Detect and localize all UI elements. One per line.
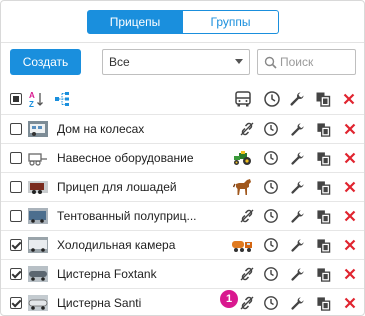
delete-icon[interactable] [342, 208, 358, 224]
list-header: A Z [1, 85, 364, 113]
delete-icon[interactable] [342, 295, 358, 311]
trailer-thumbnail [28, 121, 48, 137]
svg-text:Z: Z [29, 100, 34, 108]
trailer-name: Тентованный полуприц... [57, 209, 197, 223]
wrench-icon[interactable] [289, 121, 305, 137]
row-checkbox[interactable] [10, 152, 22, 164]
row-checkbox[interactable] [10, 181, 22, 193]
list-item[interactable]: Цистерна Foxtank [1, 259, 364, 287]
list-item[interactable]: Дом на колесах [1, 114, 364, 142]
trailer-name: Прицеп для лошадей [57, 180, 177, 194]
list-item[interactable]: Навесное оборудование [1, 143, 364, 171]
row-checkbox[interactable] [10, 239, 22, 251]
tab-groups[interactable]: Группы [183, 10, 279, 34]
delete-icon[interactable] [342, 266, 358, 282]
tractor-icon [231, 149, 255, 167]
delete-icon[interactable] [342, 150, 358, 166]
search-input[interactable] [280, 55, 350, 69]
copy-icon[interactable] [315, 150, 331, 166]
tab-trailers[interactable]: Прицепы [87, 10, 183, 34]
copy-icon[interactable] [315, 121, 331, 137]
copy-icon[interactable] [315, 266, 331, 282]
clock-icon[interactable] [263, 90, 281, 108]
trailers-panel: Прицепы Группы Создать Все A Z [0, 0, 365, 316]
trailer-name: Цистерна Santi [57, 296, 142, 310]
filter-value: Все [109, 55, 130, 69]
clock-icon[interactable] [263, 266, 279, 282]
wrench-icon[interactable] [289, 208, 305, 224]
unlink-icon[interactable] [235, 294, 259, 312]
mixer-truck-icon [231, 236, 255, 254]
svg-text:A: A [29, 91, 35, 100]
wrench-icon[interactable] [289, 266, 305, 282]
notification-badge: 1 [220, 290, 238, 308]
wrench-icon[interactable] [289, 237, 305, 253]
trailer-thumbnail [28, 208, 48, 224]
delete-icon[interactable] [342, 179, 358, 195]
sort-az-icon[interactable]: A Z [28, 90, 46, 108]
create-button[interactable]: Создать [10, 49, 81, 75]
list-item[interactable]: Цистерна Santi [1, 288, 364, 315]
copy-icon[interactable] [315, 295, 331, 311]
trailer-thumbnail [28, 237, 48, 253]
wrench-icon[interactable] [289, 150, 305, 166]
clock-icon[interactable] [263, 121, 279, 137]
horse-icon [231, 178, 255, 196]
wrench-icon[interactable] [289, 295, 305, 311]
copy-icon[interactable] [315, 237, 331, 253]
clock-icon[interactable] [263, 295, 279, 311]
trailer-name: Цистерна Foxtank [57, 267, 157, 281]
copy-icon[interactable] [315, 179, 331, 195]
unlink-icon[interactable] [235, 265, 259, 283]
unit-bus-icon[interactable] [234, 90, 252, 108]
trailer-thumbnail [28, 150, 48, 166]
filter-select[interactable]: Все [102, 49, 250, 75]
search-field[interactable] [257, 49, 356, 75]
clock-icon[interactable] [263, 237, 279, 253]
chevron-down-icon [235, 59, 243, 64]
wrench-icon[interactable] [289, 179, 305, 195]
trailer-name: Холодильная камера [57, 238, 176, 252]
row-checkbox[interactable] [10, 123, 22, 135]
row-checkbox[interactable] [10, 268, 22, 280]
divider [1, 42, 364, 43]
unlink-icon[interactable] [235, 207, 259, 225]
row-checkbox[interactable] [10, 297, 22, 309]
row-checkbox[interactable] [10, 210, 22, 222]
delete-icon[interactable] [342, 91, 356, 107]
list-item[interactable]: Прицеп для лошадей [1, 172, 364, 200]
tree-view-icon[interactable] [54, 91, 71, 107]
trailer-name: Дом на колесах [57, 122, 145, 136]
delete-icon[interactable] [342, 237, 358, 253]
tab-group: Прицепы Группы [87, 10, 279, 34]
copy-icon[interactable] [315, 208, 331, 224]
trailer-thumbnail [28, 179, 48, 195]
toolbar: Создать Все [10, 49, 356, 75]
wrench-icon[interactable] [289, 90, 305, 108]
search-icon [264, 56, 277, 72]
unlink-icon[interactable] [235, 120, 259, 138]
list-item[interactable]: Холодильная камера [1, 230, 364, 258]
select-all-checkbox[interactable] [10, 93, 22, 105]
trailer-thumbnail [28, 266, 48, 282]
trailer-thumbnail [28, 295, 48, 311]
clock-icon[interactable] [263, 208, 279, 224]
delete-icon[interactable] [342, 121, 358, 137]
copy-icon[interactable] [315, 90, 331, 108]
list-item[interactable]: Тентованный полуприц... [1, 201, 364, 229]
trailer-name: Навесное оборудование [57, 151, 194, 165]
clock-icon[interactable] [263, 179, 279, 195]
clock-icon[interactable] [263, 150, 279, 166]
